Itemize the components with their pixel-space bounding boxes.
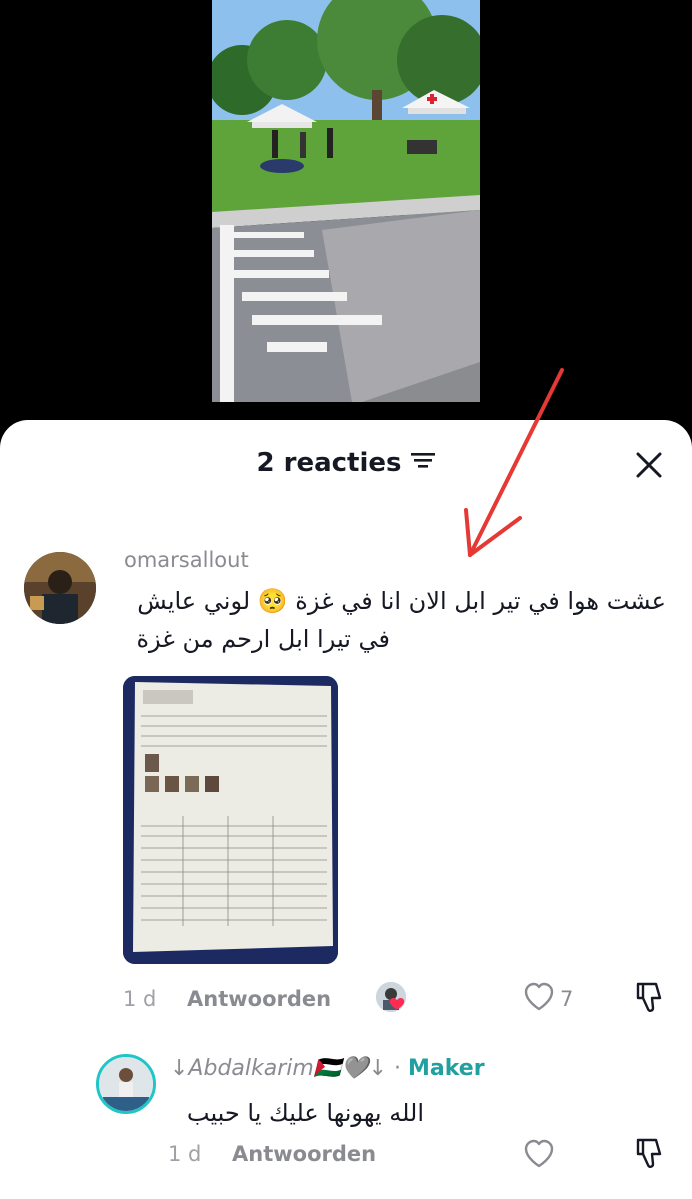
comment-text-line-1: عشت هوا في تير ابل الان انا في غزة 🥺 لون… [137,587,666,615]
filter-icon[interactable] [410,448,436,478]
reply-button[interactable]: Antwoorden [187,987,331,1011]
dislike-icon[interactable] [634,1136,666,1174]
avatar[interactable] [24,552,96,624]
reactions-count-label: 2 reacties [256,448,402,478]
comment-text-line-2: في تيرا ابل ارحم من غزة [136,625,390,653]
heart-icon[interactable] [523,982,555,1016]
document-photo [123,676,338,964]
close-icon[interactable] [634,450,664,480]
reply-reply-button[interactable]: Antwoorden [232,1142,376,1166]
dislike-icon[interactable] [634,980,666,1018]
red-annotation-arrow [440,360,570,570]
like-count: 7 [560,987,574,1011]
reply-timestamp: 1 d [168,1142,202,1166]
comment-timestamp: 1 d [123,987,157,1011]
video-background [0,0,692,440]
reply-text: الله يهونها عليك يا حبيب [186,1099,424,1127]
video-scene-image [212,0,480,402]
comment-username[interactable]: omarsallout [124,548,249,572]
reply-header: ↓Abdalkarim🇵🇸🩶↓ · Maker [170,1056,485,1081]
reply-separator: · [387,1056,409,1081]
reactions-header: 2 reacties [0,448,692,478]
creator-liked-avatar [376,982,406,1012]
comments-sheet: 2 reacties omarsallout عشت هوا في تير اب… [0,420,692,1199]
creator-badge: Maker [408,1056,485,1081]
video-frame[interactable] [212,0,480,402]
reply-username[interactable]: ↓Abdalkarim🇵🇸🩶↓ [170,1056,387,1081]
heart-icon[interactable] [523,1139,555,1173]
comment-photo-attachment[interactable] [123,676,338,964]
